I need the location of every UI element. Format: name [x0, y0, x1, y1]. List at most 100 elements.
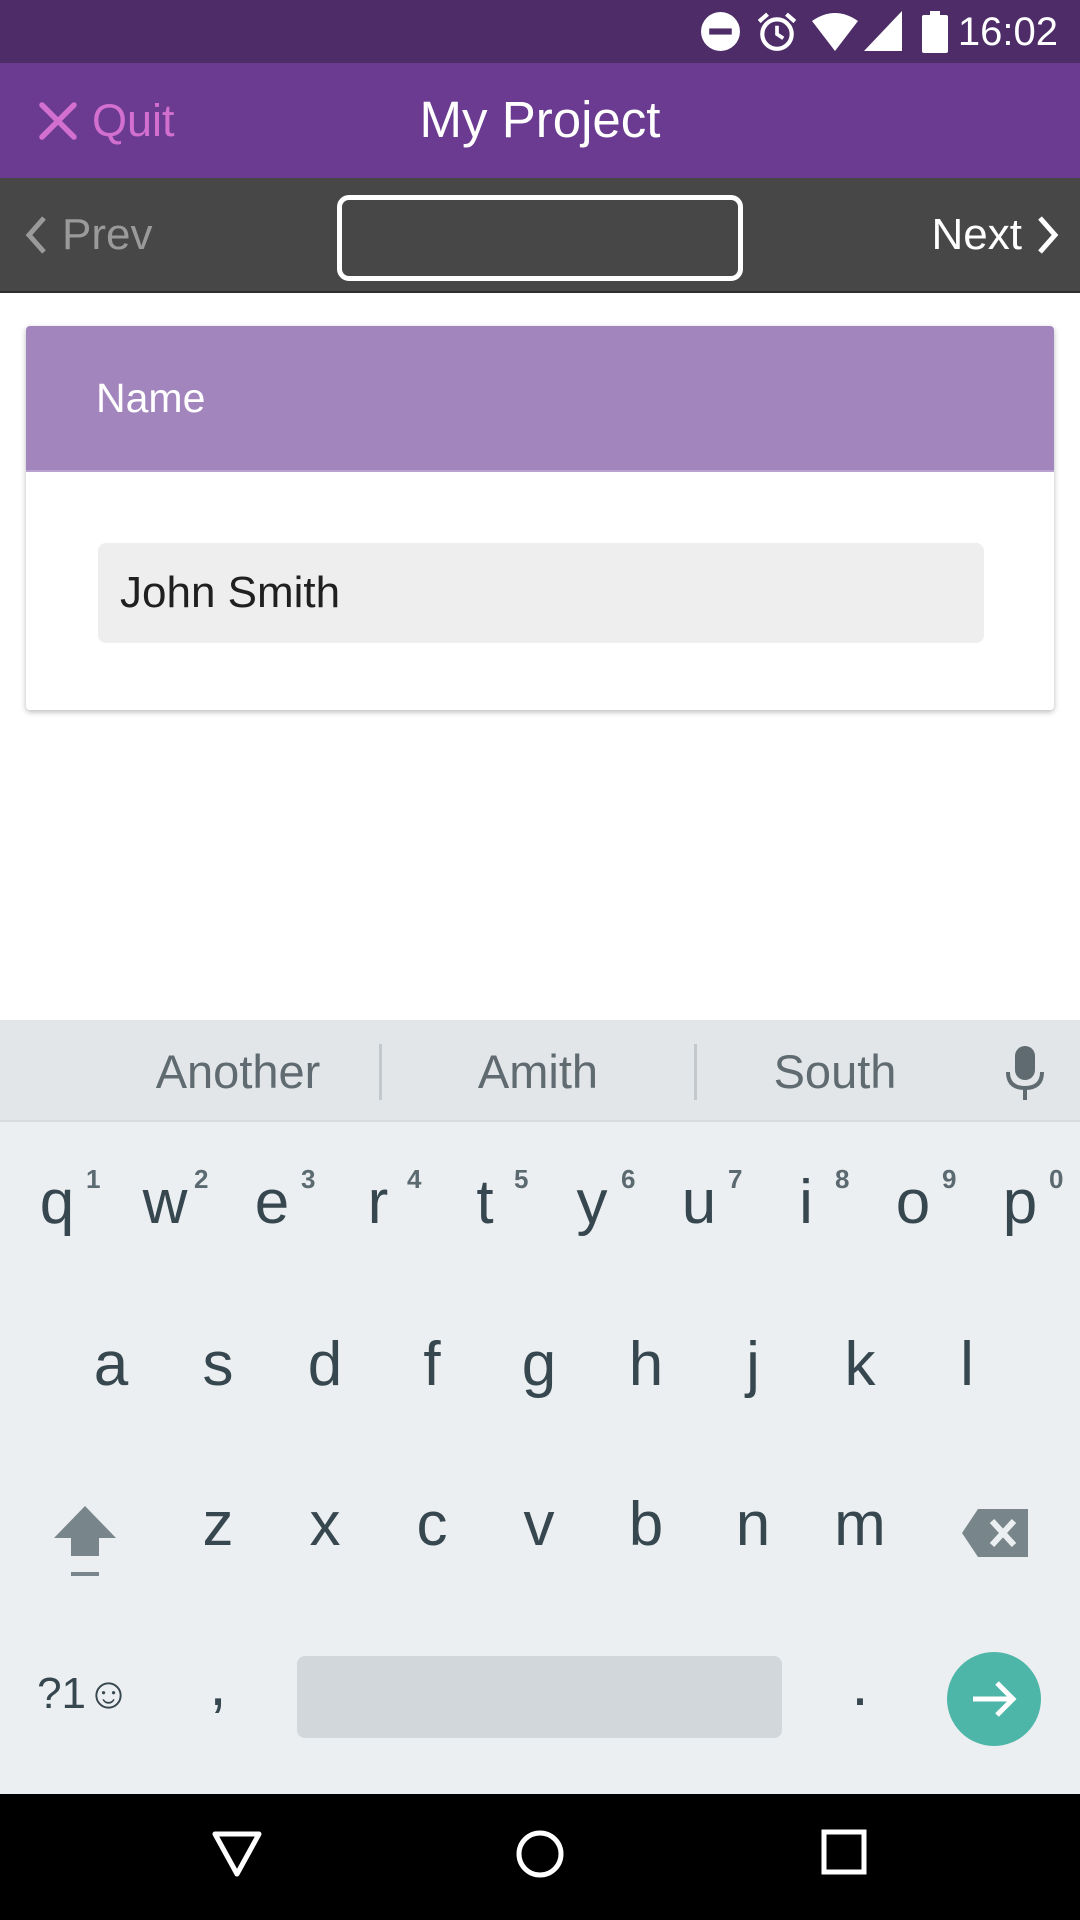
key-r-label: r: [367, 1168, 389, 1237]
key-z[interactable]: z: [183, 1490, 253, 1560]
key-w-label: w: [142, 1168, 188, 1237]
key-x[interactable]: x: [290, 1490, 360, 1560]
key-p-hint: 0: [1049, 1164, 1064, 1194]
comma-key[interactable]: ,: [183, 1650, 253, 1720]
chevron-left-icon: [25, 216, 46, 254]
shift-icon[interactable]: [52, 1504, 118, 1584]
key-v-label: v: [523, 1490, 555, 1559]
key-v[interactable]: v: [504, 1490, 574, 1560]
key-c-label: c: [416, 1490, 448, 1559]
field-label-header: Name: [26, 326, 1054, 472]
key-t[interactable]: t 5: [450, 1164, 528, 1238]
key-n-label: n: [735, 1490, 771, 1559]
key-b[interactable]: b: [611, 1490, 681, 1560]
cell-signal-icon: [864, 11, 902, 51]
key-o-hint: 9: [942, 1164, 957, 1194]
name-input[interactable]: John Smith: [98, 543, 984, 643]
key-d-label: d: [307, 1330, 343, 1399]
key-h-label: h: [628, 1330, 664, 1399]
key-c[interactable]: c: [397, 1490, 467, 1560]
key-u[interactable]: u 7: [664, 1164, 743, 1238]
key-y-label: y: [576, 1168, 608, 1237]
key-e[interactable]: e 3: [237, 1164, 316, 1238]
key-g-label: g: [521, 1330, 557, 1399]
system-navigation-bar: [0, 1794, 1080, 1920]
key-z-label: z: [202, 1490, 234, 1559]
suggestion-1[interactable]: Another: [110, 1044, 366, 1100]
symbols-key[interactable]: ?1☺: [24, 1666, 144, 1722]
suggestion-2[interactable]: Amith: [410, 1044, 666, 1100]
key-k-label: k: [844, 1330, 876, 1399]
suggestion-divider: [379, 1044, 382, 1100]
key-h[interactable]: h: [611, 1330, 681, 1400]
key-r-hint: 4: [407, 1164, 422, 1194]
key-l[interactable]: l: [932, 1330, 1002, 1400]
prev-button[interactable]: Prev: [24, 207, 152, 263]
recents-square-icon[interactable]: [821, 1829, 867, 1875]
key-b-label: b: [628, 1490, 664, 1559]
comma-key-label: ,: [209, 1650, 227, 1719]
key-p[interactable]: p 0: [985, 1164, 1064, 1238]
key-j[interactable]: j: [718, 1330, 788, 1400]
key-u-hint: 7: [728, 1164, 743, 1194]
backspace-icon[interactable]: [962, 1509, 1028, 1557]
key-d[interactable]: d: [290, 1330, 360, 1400]
status-bar: 16:02: [0, 0, 1080, 63]
space-bar[interactable]: [297, 1656, 782, 1738]
prev-label: Prev: [62, 210, 153, 259]
key-n[interactable]: n: [718, 1490, 788, 1560]
key-f-label: f: [423, 1330, 441, 1399]
key-s-label: s: [202, 1330, 234, 1399]
wifi-icon: [812, 13, 858, 51]
battery-icon: [922, 11, 948, 53]
period-key[interactable]: .: [825, 1650, 895, 1720]
key-i-label: i: [799, 1168, 813, 1237]
key-q-hint: 1: [86, 1164, 101, 1194]
key-l-label: l: [960, 1330, 974, 1399]
next-button[interactable]: Next: [932, 207, 1060, 263]
key-f[interactable]: f: [397, 1330, 467, 1400]
microphone-icon[interactable]: [1005, 1046, 1045, 1102]
name-input-value: John Smith: [120, 568, 341, 617]
key-s[interactable]: s: [183, 1330, 253, 1400]
key-x-label: x: [309, 1490, 341, 1559]
question-card: Name John Smith: [26, 326, 1054, 710]
key-a-label: a: [93, 1330, 129, 1399]
suggestion-divider: [694, 1044, 697, 1100]
home-circle-icon[interactable]: [515, 1829, 565, 1879]
back-triangle-icon[interactable]: [212, 1829, 262, 1879]
key-p-label: p: [1002, 1168, 1038, 1237]
key-q-label: q: [39, 1168, 75, 1237]
key-g[interactable]: g: [504, 1330, 574, 1400]
field-label: Name: [96, 374, 206, 421]
key-m-label: m: [834, 1490, 886, 1559]
key-w[interactable]: w 2: [130, 1164, 209, 1238]
page-title: My Project: [419, 91, 661, 148]
arrow-right-icon: [973, 1681, 1017, 1717]
symbols-key-label: ?1☺: [37, 1669, 131, 1718]
page-indicator-box[interactable]: [337, 195, 743, 281]
key-t-label: t: [476, 1168, 494, 1237]
key-i[interactable]: i 8: [771, 1164, 849, 1238]
key-m[interactable]: m: [825, 1490, 895, 1560]
key-j-label: j: [746, 1330, 760, 1399]
key-k[interactable]: k: [825, 1330, 895, 1400]
enter-key[interactable]: [947, 1652, 1041, 1746]
key-u-label: u: [681, 1168, 717, 1237]
key-o[interactable]: o 9: [878, 1164, 957, 1238]
status-time: 16:02: [957, 10, 1058, 54]
key-q[interactable]: q 1: [22, 1164, 101, 1238]
key-t-hint: 5: [514, 1164, 529, 1194]
key-r[interactable]: r 4: [343, 1164, 422, 1238]
key-a[interactable]: a: [76, 1330, 146, 1400]
next-label: Next: [931, 210, 1022, 259]
chevron-right-icon: [1038, 216, 1059, 254]
app-bar: Quit My Project: [0, 63, 1080, 178]
do-not-disturb-icon: [701, 12, 740, 51]
soft-keyboard: Another Amith South q 1 w 2 e 3 r 4 t 5 …: [0, 1020, 1080, 1794]
key-e-label: e: [254, 1168, 290, 1237]
suggestion-3[interactable]: South: [707, 1044, 963, 1100]
key-y[interactable]: y 6: [557, 1164, 636, 1238]
navigation-bar: Prev Next: [0, 178, 1080, 293]
key-i-hint: 8: [835, 1164, 850, 1194]
